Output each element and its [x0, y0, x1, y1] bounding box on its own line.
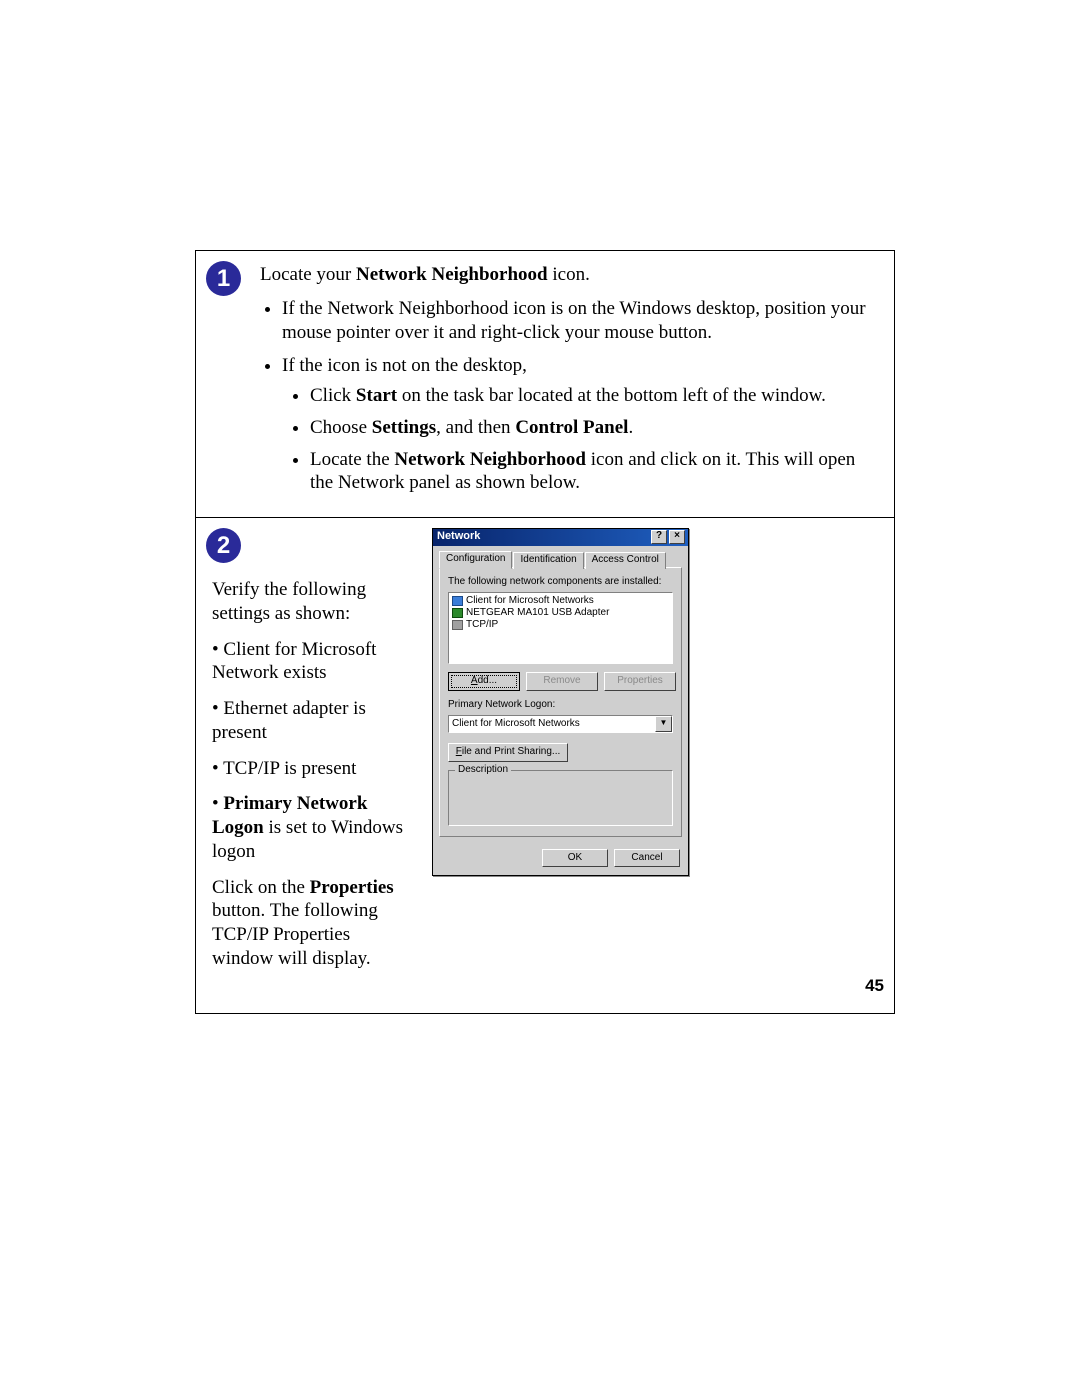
- step-1-intro: Locate your Network Neighborhood icon.: [260, 263, 880, 287]
- step2-intro: Verify the following settings as shown:: [212, 578, 412, 626]
- step1-bullet-2: If the icon is not on the desktop, Click…: [282, 354, 880, 495]
- step1-sub-3: Locate the Network Neighborhood icon and…: [310, 448, 870, 496]
- dialog-titlebar: Network ? ×: [433, 529, 688, 546]
- step2-b2: Ethernet adapter is present: [212, 697, 412, 745]
- step-1-cell: 1 Locate your Network Neighborhood icon.…: [196, 251, 894, 518]
- help-button[interactable]: ?: [651, 530, 667, 544]
- page-number: 45: [865, 975, 884, 996]
- tab-access-control[interactable]: Access Control: [585, 552, 666, 569]
- list-item[interactable]: Client for Microsoft Networks: [452, 595, 669, 607]
- tab-configuration[interactable]: Configuration: [439, 551, 512, 569]
- add-button[interactable]: Add...: [448, 672, 520, 691]
- list-item[interactable]: TCP/IP: [452, 619, 669, 631]
- properties-button[interactable]: Properties: [604, 672, 676, 691]
- file-print-sharing-button[interactable]: File and Print Sharing...: [448, 743, 568, 762]
- cancel-button[interactable]: Cancel: [614, 849, 680, 868]
- close-button[interactable]: ×: [669, 530, 685, 544]
- step1-sub-1: Click Start on the task bar located at t…: [310, 384, 870, 408]
- logon-combo[interactable]: Client for Microsoft Networks ▼: [448, 715, 673, 733]
- step2-b3: TCP/IP is present: [212, 757, 412, 781]
- chevron-down-icon[interactable]: ▼: [655, 716, 672, 732]
- components-label: The following network components are ins…: [448, 576, 673, 589]
- protocol-icon: [452, 620, 463, 630]
- logon-label: Primary Network Logon:: [448, 699, 673, 712]
- list-item[interactable]: NETGEAR MA101 USB Adapter: [452, 607, 669, 619]
- instruction-table: 1 Locate your Network Neighborhood icon.…: [195, 250, 895, 1014]
- client-icon: [452, 596, 463, 606]
- step-2-cell: 2 Verify the following settings as shown…: [196, 518, 894, 1013]
- step-1-badge: 1: [206, 261, 241, 296]
- step-2-badge: 2: [206, 528, 241, 563]
- ok-button[interactable]: OK: [542, 849, 608, 868]
- network-dialog: Network ? × Configuration Identification…: [432, 528, 689, 876]
- description-legend: Description: [455, 764, 511, 777]
- remove-button[interactable]: Remove: [526, 672, 598, 691]
- tab-identification[interactable]: Identification: [513, 552, 583, 569]
- step1-sub-2: Choose Settings, and then Control Panel.: [310, 416, 870, 440]
- step2-b4: Primary Network Logon is set to Windows …: [212, 792, 412, 863]
- description-group: Description: [448, 770, 673, 826]
- step2-closing: Click on the Properties button. The foll…: [212, 876, 412, 971]
- dialog-title-text: Network: [437, 530, 480, 544]
- components-listbox[interactable]: Client for Microsoft Networks NETGEAR MA…: [448, 592, 673, 664]
- step2-b1: Client for Microsoft Network exists: [212, 638, 412, 686]
- step1-bullet-1: If the Network Neighborhood icon is on t…: [282, 297, 880, 345]
- adapter-icon: [452, 608, 463, 618]
